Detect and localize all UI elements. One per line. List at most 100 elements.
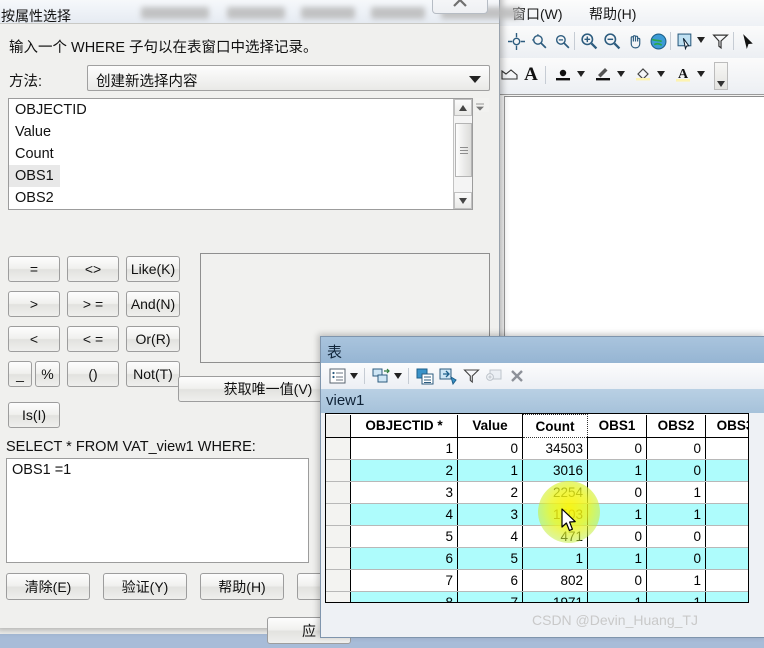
rectangle-icon[interactable] (500, 65, 518, 85)
field-list-item[interactable]: Value (9, 124, 51, 140)
cell-value[interactable]: 3 (457, 503, 523, 526)
chevron-down-icon[interactable] (656, 69, 666, 79)
cell-obs2[interactable]: 0 (646, 547, 706, 570)
chevron-down-icon[interactable] (616, 69, 626, 79)
row-selector-cell[interactable] (326, 547, 351, 570)
cell-obs2[interactable]: 1 (646, 503, 706, 526)
cell-obs3[interactable]: 0 (705, 437, 748, 460)
row-selector-cell[interactable] (326, 525, 351, 548)
cell-count[interactable]: 34503 (522, 437, 588, 460)
operator-and-button[interactable]: And(N) (126, 291, 180, 317)
toolbar-overflow-button[interactable] (714, 62, 728, 90)
cell-value[interactable]: 7 (457, 591, 523, 602)
cell-objectid[interactable]: 8 (350, 591, 458, 602)
cell-obs3[interactable]: 1 (705, 525, 748, 548)
scrollbar-thumb[interactable] (455, 123, 472, 177)
table-options-dropdown-icon[interactable] (349, 371, 359, 381)
field-list-item[interactable]: OBJECTID (9, 102, 87, 118)
zoom-in-icon[interactable] (578, 30, 600, 52)
chevron-down-icon[interactable] (576, 69, 586, 79)
row-selector-cell[interactable] (326, 481, 351, 504)
delete-icon[interactable] (507, 366, 527, 386)
scroll-up-icon[interactable] (454, 99, 472, 116)
row-selector-header[interactable] (326, 414, 351, 438)
chevron-down-icon[interactable] (696, 69, 706, 79)
cell-obs3[interactable]: 1 (705, 591, 748, 602)
operator-or-button[interactable]: Or(R) (126, 326, 180, 352)
pointer-arrow-icon[interactable] (737, 30, 759, 52)
row-selector-cell[interactable] (326, 437, 351, 460)
column-header-count[interactable]: Count (522, 414, 588, 438)
cell-count[interactable]: 2254 (522, 481, 588, 504)
operator-equals-button[interactable]: = (8, 256, 60, 282)
related-tables-icon[interactable] (370, 366, 392, 386)
table-row[interactable]: 3 2 2254 0 1 0 (326, 481, 748, 504)
select-features-icon[interactable] (674, 30, 696, 52)
field-list-item[interactable]: OBS2 (9, 190, 54, 206)
cell-value[interactable]: 0 (457, 437, 523, 460)
table-row[interactable]: 1 0 34503 0 0 0 (326, 437, 748, 460)
cell-objectid[interactable]: 3 (350, 481, 458, 504)
cell-obs3[interactable]: 1 (705, 569, 748, 592)
table-row-selected[interactable]: 2 1 3016 1 0 0 (326, 459, 748, 482)
cell-count[interactable]: 1971 (522, 591, 588, 602)
column-header-obs3[interactable]: OBS3 (705, 414, 748, 438)
operator-parentheses-button[interactable]: () (67, 361, 119, 387)
operator-underscore-button[interactable]: _ (8, 361, 32, 387)
operator-greater-button[interactable]: > (8, 291, 60, 317)
operator-like-button[interactable]: Like(K) (126, 256, 180, 282)
cell-obs2[interactable]: 0 (646, 437, 706, 460)
scroll-down-icon[interactable] (454, 192, 472, 209)
cell-obs1[interactable]: 0 (587, 481, 647, 504)
cell-objectid[interactable]: 7 (350, 569, 458, 592)
table-window-title-bar[interactable]: 表 (321, 337, 764, 363)
line-color-icon[interactable] (592, 64, 614, 86)
column-header-objectid[interactable]: OBJECTID * (350, 414, 458, 438)
cell-obs1[interactable]: 0 (587, 569, 647, 592)
cell-obs1[interactable]: 1 (587, 503, 647, 526)
operator-less-equal-button[interactable]: < = (67, 326, 119, 352)
cell-objectid[interactable]: 4 (350, 503, 458, 526)
select-all-icon[interactable] (414, 366, 435, 386)
close-button[interactable] (432, 0, 488, 14)
row-selector-cell[interactable] (326, 569, 351, 592)
dialog-title-bar[interactable]: 按属性选择 (0, 0, 521, 24)
operator-less-button[interactable]: < (8, 326, 60, 352)
row-selector-cell[interactable] (326, 503, 351, 526)
cell-obs1[interactable]: 1 (587, 547, 647, 570)
method-dropdown[interactable]: 创建新选择内容 (87, 65, 490, 91)
related-tables-dropdown-icon[interactable] (393, 371, 403, 381)
table-options-icon[interactable] (327, 366, 347, 386)
cell-objectid[interactable]: 2 (350, 459, 458, 482)
field-list-item[interactable]: Count (9, 146, 54, 162)
operator-percent-button[interactable]: % (35, 361, 60, 387)
table-row-selected[interactable]: 4 3 1503 1 1 0 (326, 503, 748, 526)
cell-obs2[interactable]: 1 (646, 591, 706, 602)
full-extent-globe-icon[interactable] (647, 30, 669, 52)
cell-value[interactable]: 1 (457, 459, 523, 482)
chevron-down-icon[interactable] (696, 35, 706, 45)
cell-obs3[interactable]: 0 (705, 481, 748, 504)
cell-obs2[interactable]: 0 (646, 459, 706, 482)
zoom-in-region-icon[interactable] (528, 30, 550, 52)
row-selector-cell[interactable] (326, 591, 351, 602)
column-header-obs2[interactable]: OBS2 (646, 414, 706, 438)
text-tool-icon[interactable]: A (522, 64, 540, 86)
cell-obs1[interactable]: 1 (587, 459, 647, 482)
cell-obs3[interactable]: 0 (705, 503, 748, 526)
operator-is-button[interactable]: Is(I) (8, 402, 60, 428)
font-color-icon[interactable]: A (672, 63, 694, 87)
operator-not-equals-button[interactable]: <> (67, 256, 119, 282)
field-list-item-selected[interactable]: OBS1 (9, 165, 60, 187)
sql-expression-input[interactable]: OBS1 =1 (6, 458, 309, 563)
cell-value[interactable]: 4 (457, 525, 523, 548)
select-by-polygon-icon[interactable] (709, 30, 731, 52)
cell-obs2[interactable]: 0 (646, 525, 706, 548)
table-tab-view1[interactable]: view1 (326, 392, 364, 409)
operator-not-button[interactable]: Not(T) (126, 361, 180, 387)
table-row-selected[interactable]: 8 7 1971 1 1 1 (326, 591, 748, 602)
cell-objectid[interactable]: 1 (350, 437, 458, 460)
fill-color-icon[interactable] (632, 64, 654, 86)
cell-value[interactable]: 2 (457, 481, 523, 504)
cell-objectid[interactable]: 5 (350, 525, 458, 548)
